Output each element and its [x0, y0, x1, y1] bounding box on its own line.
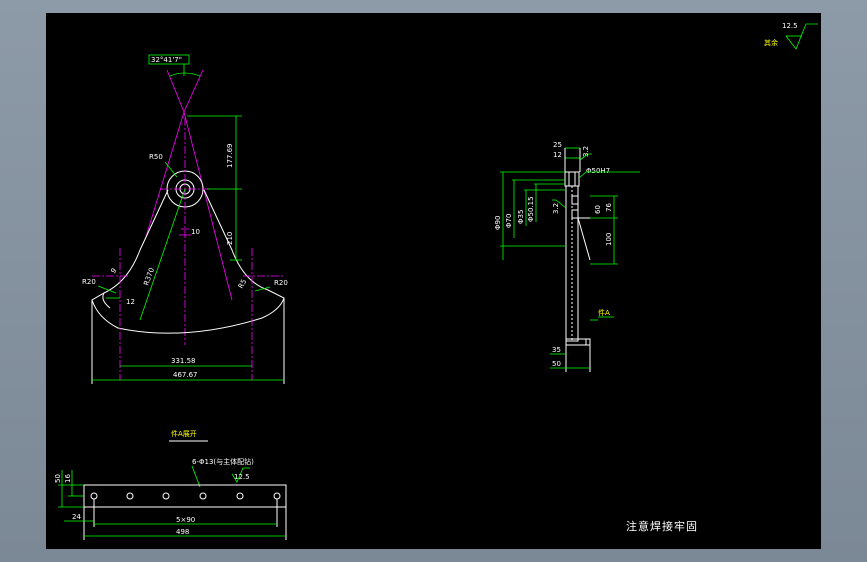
radius-left-label: R20 [82, 278, 96, 286]
overall-length-label: 498 [176, 528, 189, 536]
right-dim-2: 60 [594, 205, 602, 214]
hole-spacing-label: 5×90 [176, 516, 195, 524]
angle-label: 32°41'7" [151, 56, 182, 64]
overall-width-label: 467.67 [173, 371, 198, 379]
lower-dim-label: 210 [226, 232, 234, 245]
hole-row [90, 492, 281, 500]
side-top-dim-1: 25 [553, 141, 562, 149]
surface-finish-value: 12.5 [782, 22, 798, 30]
side-roughness-mid: 3.2 [552, 203, 560, 214]
right-small-label: R5 [237, 278, 249, 290]
inner-width-label: 331.58 [171, 357, 196, 365]
cad-window: .w{stroke:#fff;fill:none;stroke-width:1}… [0, 0, 867, 562]
height-dim-label: 177.69 [226, 144, 234, 169]
dia-left-2: Φ70 [505, 214, 513, 228]
right-dim-3: 100 [605, 233, 613, 246]
dia-left-1: Φ90 [494, 216, 502, 230]
left-small-a: 9 [109, 267, 118, 276]
radius-top-label: R50 [149, 153, 163, 161]
drawing-canvas: .w{stroke:#fff;fill:none;stroke-width:1}… [46, 13, 821, 549]
dia-left-3: Φ35 [517, 210, 525, 224]
side-roughness-top: 3.2 [582, 146, 590, 157]
side-top-dim-2: 12 [553, 151, 562, 159]
surface-finish-symbol: 12.5 其余 [764, 22, 818, 50]
bore-note: Φ50H7 [586, 167, 610, 175]
left-offset-label: 24 [72, 513, 81, 521]
right-dim-1: 76 [605, 203, 613, 212]
hole-note: 6-Φ13(与主体配钻) [192, 457, 254, 466]
radius-right-label: R20 [274, 279, 288, 287]
side-bottom-dim-1: 35 [552, 346, 561, 354]
part-a-label: 件A [598, 308, 610, 317]
development-roughness: 12.5 [234, 473, 250, 481]
height-1-label: 50 [54, 474, 62, 483]
cad-drawing: .w{stroke:#fff;fill:none;stroke-width:1}… [54, 22, 818, 540]
dia-left-4: Φ50.15 [527, 196, 535, 222]
footer-note: 注意焊接牢固 [626, 520, 698, 533]
surface-finish-label: 其余 [764, 38, 778, 47]
left-small-b: 12 [126, 298, 135, 306]
side-bottom-dim-2: 50 [552, 360, 561, 368]
arc-radius-label: R370 [142, 267, 156, 287]
small-dim-label: 10 [191, 228, 200, 236]
development-title: 件A展开 [171, 429, 197, 438]
height-2-label: 16 [64, 474, 72, 483]
main-view: 32°41'7" R50 177.69 210 10 R20 9 12 R370… [82, 54, 288, 384]
side-view: 25 12 3.2 Φ50H7 3.2 Φ90 Φ70 Φ35 Φ50.15 7… [494, 141, 640, 372]
development-view: 件A展开 6-Φ13(与主体配钻) 12.5 50 16 24 5×90 498 [54, 429, 287, 540]
